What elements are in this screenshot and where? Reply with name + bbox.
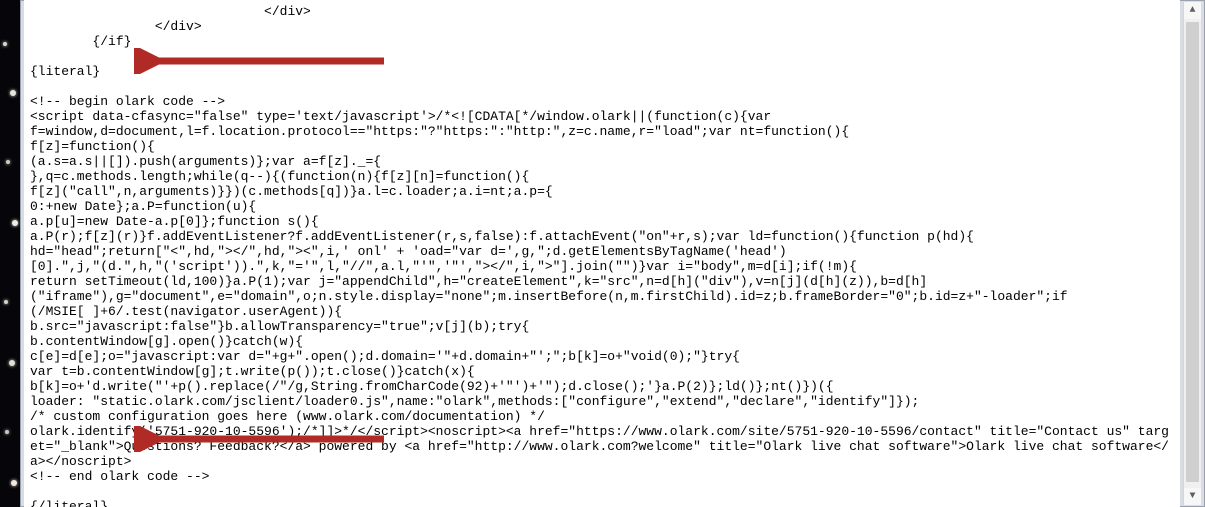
code-line: c[e]=d[e];o="javascript:var d="+g+".open… [30,349,740,364]
star-icon [5,430,9,434]
star-icon [11,480,17,486]
code-line: <script data-cfasync="false" type='text/… [30,109,771,124]
chevron-up-icon: ▲ [1189,3,1195,18]
code-line: <!-- begin olark code --> [30,94,225,109]
code-line: {/if} [30,34,131,49]
code-line: b.contentWindow[g].open()}catch(w){ [30,334,303,349]
star-icon [6,160,10,164]
code-line: return setTimeout(ld,100)}a.P(1);var j="… [30,274,927,289]
code-line: f[z]("call",n,arguments)}})(c.methods[q]… [30,184,553,199]
code-line: f[z]=function(){ [30,139,155,154]
code-line: </div> [30,4,311,19]
code-editor-viewport[interactable]: </div> </div> {/if} {literal} <!-- begin… [24,0,1180,507]
star-icon [9,360,15,366]
code-line: /* custom configuration goes here (www.o… [30,409,545,424]
code-line: </div> [30,19,202,34]
code-line: ("iframe"),g="document",e="domain",o;n.s… [30,289,1068,304]
code-line: hd="head";return["<",hd,"></",hd,"><",i,… [30,244,787,259]
vertical-scrollbar[interactable]: ▲ ▼ [1183,2,1201,505]
scroll-up-button[interactable]: ▲ [1184,2,1201,19]
star-icon [10,90,16,96]
code-line: (a.s=a.s||[]).push(arguments)};var a=f[z… [30,154,381,169]
code-line: olark.identify('5751-920-10-5596');/*]]>… [30,424,1169,469]
code-line: <!-- end olark code --> [30,469,209,484]
star-icon [4,300,8,304]
chevron-down-icon: ▼ [1189,489,1195,504]
code-line: var t=b.contentWindow[g];t.write(p());t.… [30,364,475,379]
code-line: a.P(r);f[z](r)}f.addEventListener?f.addE… [30,229,974,244]
code-line: f=window,d=document,l=f.location.protoco… [30,124,849,139]
code-line: [0].",j,"(d.",h,"('script')).",k,"='",l,… [30,259,857,274]
star-icon [3,42,7,46]
code-line: b[k]=o+'d.write("'+p().replace(/"/g,Stri… [30,379,834,394]
code-line: loader: "static.olark.com/jsclient/loade… [30,394,919,409]
code-line: b.src="javascript:false"}b.allowTranspar… [30,319,529,334]
star-icon [12,220,18,226]
code-line: (/MSIE[ ]+6/.test(navigator.userAgent)){ [30,304,342,319]
code-line: 0:+new Date};a.P=function(u){ [30,199,256,214]
scroll-thumb[interactable] [1186,22,1199,482]
code-line: a.p[u]=new Date-a.p[0]};function s(){ [30,214,319,229]
desktop-background-strip [0,0,20,507]
code-line-literal-close: {/literal} [30,499,108,507]
code-line-literal-open: {literal} [30,64,100,79]
code-line: },q=c.methods.length;while(q--){(functio… [30,169,529,184]
scroll-down-button[interactable]: ▼ [1184,488,1201,505]
